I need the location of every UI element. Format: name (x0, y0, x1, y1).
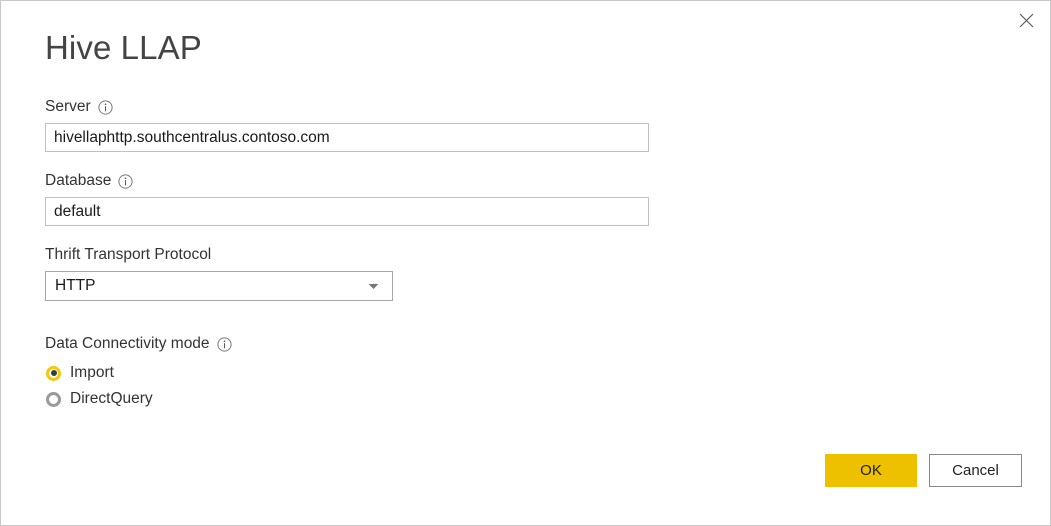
close-button[interactable] (1004, 2, 1049, 38)
chevron-down-icon (362, 272, 384, 300)
server-label: Server (45, 98, 91, 115)
database-label: Database (45, 172, 112, 189)
thrift-transport-protocol-label-row: Thrift Transport Protocol (45, 245, 1005, 265)
info-icon[interactable] (216, 336, 232, 352)
dialog-footer: OK Cancel (825, 454, 1022, 487)
info-icon[interactable] (118, 173, 133, 189)
radio-option-import[interactable]: Import (45, 360, 114, 386)
connection-form: Server Database (45, 97, 1005, 412)
radio-option-directquery[interactable]: DirectQuery (45, 386, 153, 412)
cancel-button[interactable]: Cancel (929, 454, 1022, 487)
thrift-transport-protocol-label: Thrift Transport Protocol (45, 246, 212, 263)
database-label-row: Database (45, 171, 1005, 191)
data-connectivity-mode-label: Data Connectivity mode (45, 335, 210, 352)
server-label-row: Server (45, 97, 1005, 117)
radio-indicator-selected (46, 365, 61, 381)
hive-llap-dialog: Hive LLAP Server Database (0, 0, 1051, 526)
data-connectivity-mode-label-row: Data Connectivity mode (45, 334, 1005, 354)
thrift-transport-protocol-value: HTTP (55, 277, 96, 294)
close-icon (1019, 13, 1034, 28)
radio-label-directquery: DirectQuery (70, 390, 153, 407)
server-input[interactable] (45, 123, 649, 152)
thrift-transport-protocol-select[interactable]: HTTP (45, 271, 393, 301)
radio-label-import: Import (70, 364, 114, 381)
data-connectivity-mode-radio-group: Import DirectQuery (45, 360, 1005, 412)
ok-button[interactable]: OK (825, 454, 917, 487)
radio-indicator-unselected (46, 391, 61, 407)
page-title: Hive LLAP (45, 29, 202, 66)
info-icon[interactable] (98, 99, 113, 115)
database-input[interactable] (45, 197, 649, 226)
